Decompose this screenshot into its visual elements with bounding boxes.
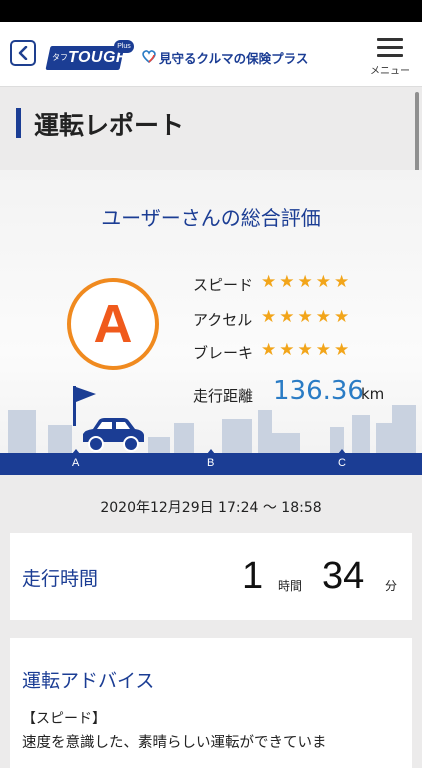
trip-date-range: 2020年12月29日 17:24 〜 18:58 — [100, 500, 322, 516]
menu-label: メニュー — [370, 66, 410, 77]
drive-time-label: 走行時間 — [22, 568, 99, 590]
star-rating-icon: ★★★★★ — [261, 272, 353, 292]
road-marker — [72, 449, 80, 454]
road-point-a: A — [72, 457, 80, 469]
page-title: 運転レポート — [34, 111, 185, 140]
hours-unit: 時間 — [278, 579, 303, 593]
road-point-b: B — [207, 457, 215, 469]
tough-plus-logo: タフ TOUGH Plus — [45, 38, 134, 74]
city-skyline-illustration — [8, 405, 416, 453]
minutes-unit: 分 — [385, 579, 398, 593]
rating-row-brake: ブレーキ ★★★★★ — [193, 340, 349, 366]
advice-text: 速度を意識した、素晴らしい運転ができていま — [22, 735, 327, 751]
logo-tabu-text: タフ — [52, 53, 68, 62]
road-marker — [207, 449, 215, 454]
hamburger-icon — [377, 38, 403, 57]
rating-row-speed: スピード ★★★★★ — [193, 272, 349, 298]
header-tagline: 見守るクルマの保険プラス — [159, 51, 309, 66]
rating-label: アクセル — [193, 311, 253, 329]
driving-advice-card: 運転アドバイス 【スピード】 速度を意識した、素晴らしい運転ができていま — [10, 638, 412, 768]
chevron-left-icon — [18, 46, 28, 60]
logo-plus-badge: Plus — [114, 40, 134, 53]
rating-row-accel: アクセル ★★★★★ — [193, 307, 349, 333]
road-marker — [338, 449, 346, 454]
evaluation-title: ユーザーさんの総合評価 — [101, 206, 321, 230]
status-bar — [0, 0, 422, 22]
back-button[interactable] — [10, 40, 36, 66]
drive-time-hours: 1 — [242, 555, 264, 597]
rating-label: スピード — [193, 276, 254, 294]
distance-label: 走行距離 — [193, 387, 254, 405]
advice-heading: 【スピード】 — [22, 711, 106, 727]
evaluation-card: ユーザーさんの総合評価 A スピード ★★★★★ アクセル ★★★★★ ブレーキ… — [0, 170, 422, 475]
distance-unit: km — [361, 385, 385, 403]
overall-grade-badge: A — [67, 278, 159, 370]
overall-grade: A — [93, 294, 133, 354]
menu-button[interactable]: メニュー — [366, 36, 414, 80]
drive-time-minutes: 34 — [322, 555, 365, 597]
star-rating-icon: ★★★★★ — [261, 340, 353, 360]
star-rating-icon: ★★★★★ — [261, 307, 353, 327]
title-accent-bar — [16, 108, 21, 138]
heart-icon — [142, 50, 156, 64]
advice-title: 運転アドバイス — [22, 670, 155, 692]
car-icon — [83, 418, 144, 452]
distance-value: 136.36 — [273, 376, 364, 406]
rating-label: ブレーキ — [193, 344, 254, 362]
road-point-c: C — [338, 457, 346, 469]
drive-time-card: 走行時間 1 時間 34 分 — [10, 533, 412, 620]
app-header: タフ TOUGH Plus 見守るクルマの保険プラス メニュー — [0, 22, 422, 87]
